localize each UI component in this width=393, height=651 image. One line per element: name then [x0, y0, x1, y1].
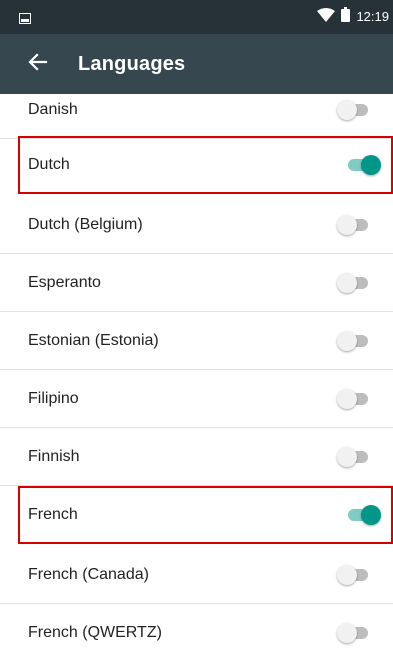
language-toggle[interactable] — [337, 623, 371, 643]
notification-icon — [19, 11, 31, 24]
language-toggle[interactable] — [347, 155, 381, 175]
wifi-icon — [317, 7, 336, 27]
list-item-danish[interactable]: Danish — [0, 94, 393, 139]
toggle-thumb — [337, 273, 357, 293]
status-icons: 12:19 — [317, 7, 389, 27]
toggle-thumb — [361, 505, 381, 525]
language-toggle[interactable] — [337, 447, 371, 467]
language-toggle[interactable] — [347, 505, 381, 525]
toggle-thumb — [337, 623, 357, 643]
language-toggle[interactable] — [337, 215, 371, 235]
language-label: Esperanto — [28, 274, 101, 291]
language-label: French (Canada) — [28, 566, 149, 583]
language-label: Filipino — [28, 390, 79, 407]
toggle-thumb — [337, 389, 357, 409]
list-item-french[interactable]: French — [18, 486, 393, 544]
language-label: French (QWERTZ) — [28, 624, 162, 641]
language-label: Dutch — [28, 156, 70, 173]
toggle-thumb — [337, 331, 357, 351]
status-bar: 12:19 — [0, 0, 393, 34]
arrow-left-icon — [28, 52, 48, 77]
toggle-thumb — [337, 447, 357, 467]
language-label: French — [28, 506, 78, 523]
list-item-dutch-belgium[interactable]: Dutch (Belgium) — [0, 196, 393, 254]
language-toggle[interactable] — [337, 565, 371, 585]
list-item-french-canada[interactable]: French (Canada) — [0, 546, 393, 604]
screen: 12:19 Languages Danish Dutch Dutch (Belg… — [0, 0, 393, 651]
page-title: Languages — [78, 53, 186, 75]
toggle-thumb — [337, 100, 357, 120]
language-label: Finnish — [28, 448, 80, 465]
toggle-thumb — [361, 155, 381, 175]
list-item-dutch[interactable]: Dutch — [18, 136, 393, 194]
language-label: Estonian (Estonia) — [28, 332, 159, 349]
list-item-filipino[interactable]: Filipino — [0, 370, 393, 428]
list-item-esperanto[interactable]: Esperanto — [0, 254, 393, 312]
list-item-finnish[interactable]: Finnish — [0, 428, 393, 486]
back-button[interactable] — [22, 48, 54, 80]
toolbar: Languages — [0, 34, 393, 94]
language-toggle[interactable] — [337, 273, 371, 293]
language-list[interactable]: Danish Dutch Dutch (Belgium) Esperanto E… — [0, 94, 393, 651]
battery-icon — [341, 7, 351, 27]
language-label: Danish — [28, 101, 78, 118]
toggle-thumb — [337, 215, 357, 235]
language-toggle[interactable] — [337, 100, 371, 120]
status-time: 12:19 — [356, 9, 389, 24]
toggle-thumb — [337, 565, 357, 585]
list-item-estonian-estonia[interactable]: Estonian (Estonia) — [0, 312, 393, 370]
language-label: Dutch (Belgium) — [28, 216, 143, 233]
list-item-french-qwertz[interactable]: French (QWERTZ) — [0, 604, 393, 651]
language-toggle[interactable] — [337, 389, 371, 409]
language-toggle[interactable] — [337, 331, 371, 351]
